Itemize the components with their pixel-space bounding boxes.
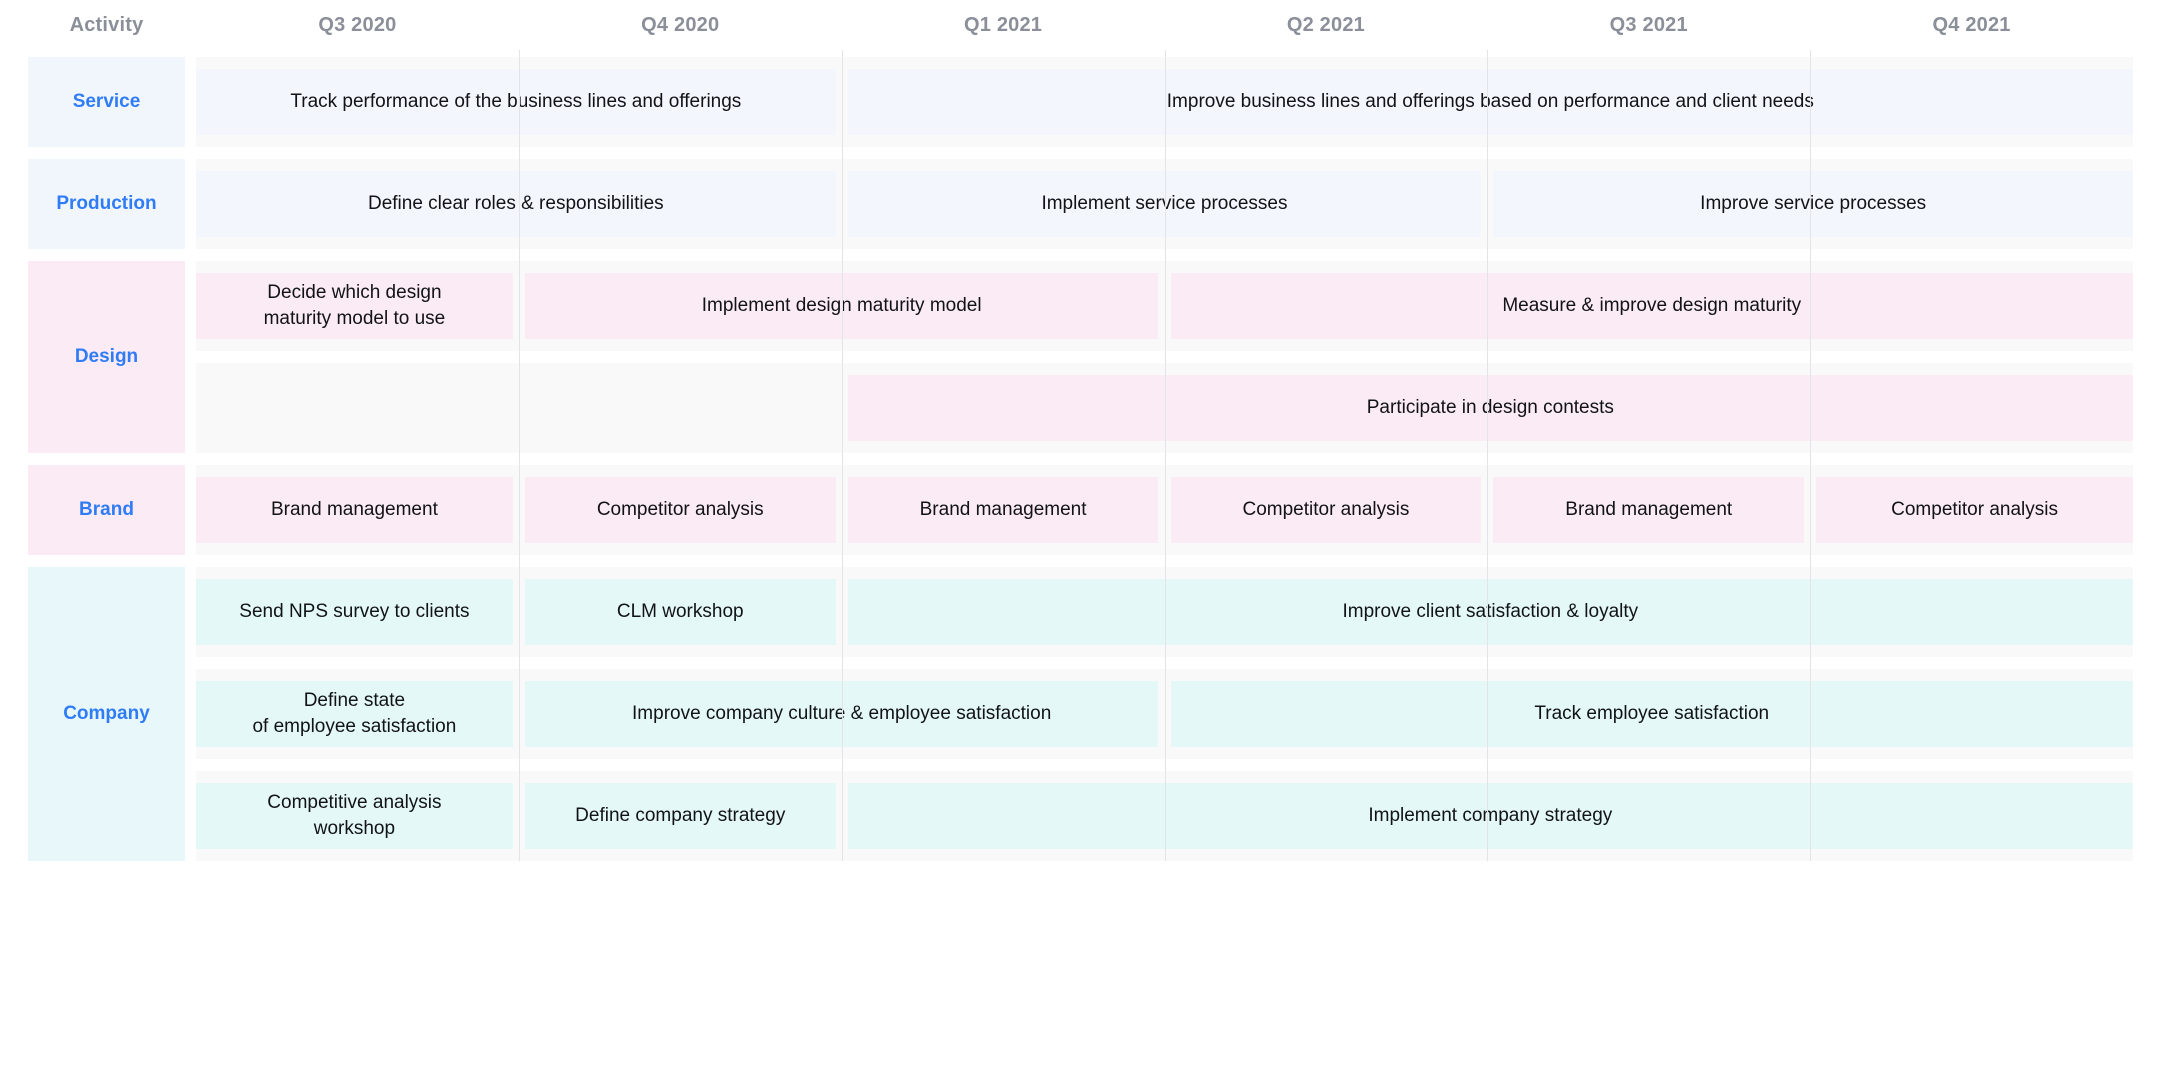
roadmap-bar[interactable]: Competitor analysis <box>1816 477 2133 543</box>
roadmap-bar[interactable]: Decide which design maturity model to us… <box>196 273 513 339</box>
roadmap-bar[interactable]: Improve client satisfaction & loyalty <box>847 579 2133 645</box>
header-quarter-3: Q1 2021 <box>964 13 1043 36</box>
roadmap-bar[interactable]: Brand management <box>1493 477 1805 543</box>
quarter-divider <box>1165 50 1166 861</box>
roadmap-bar[interactable]: Implement company strategy <box>847 783 2133 849</box>
header-quarter-2: Q4 2020 <box>641 13 720 36</box>
roadmap-bar[interactable]: Competitive analysis workshop <box>196 783 513 849</box>
roadmap-bar[interactable]: CLM workshop <box>524 579 836 645</box>
roadmap-bar[interactable]: Define company strategy <box>524 783 836 849</box>
roadmap-chart: Activity Q3 2020 Q4 2020 Q1 2021 Q2 2021 Q3 … <box>0 0 2160 1075</box>
roadmap-bar[interactable]: Brand management <box>847 477 1159 543</box>
activity-group-brand: Brand Brand management Competitor analysis… <box>0 465 2160 555</box>
roadmap-bar[interactable]: Improve business lines and offerings bas… <box>847 69 2133 135</box>
timeline-header: Activity Q3 2020 Q4 2020 Q1 2021 Q2 2021 Q3 … <box>0 0 2160 50</box>
roadmap-bar[interactable]: Competitor analysis <box>524 477 836 543</box>
roadmap-bar[interactable]: Participate in design contests <box>847 375 2133 441</box>
quarter-divider <box>519 50 520 861</box>
header-quarter-6: Q4 2021 <box>1932 13 2011 36</box>
roadmap-bar[interactable]: Track performance of the business lines … <box>196 69 836 135</box>
roadmap-bar[interactable]: Define clear roles & responsibilities <box>196 171 836 237</box>
activity-group-service: Service Track performance of the business… <box>0 57 2160 147</box>
roadmap-bar[interactable]: Brand management <box>196 477 513 543</box>
roadmap-bar[interactable]: Track employee satisfaction <box>1170 681 2133 747</box>
activity-label-brand[interactable]: Brand <box>28 465 185 555</box>
roadmap-bar[interactable]: Competitor analysis <box>1170 477 1482 543</box>
activity-group-company: Company Send NPS survey to clients CLM wor… <box>0 567 2160 861</box>
quarter-divider <box>1487 50 1488 861</box>
header-quarter-1: Q3 2020 <box>318 13 397 36</box>
header-quarter-5: Q3 2021 <box>1609 13 1688 36</box>
roadmap-bar[interactable]: Send NPS survey to clients <box>196 579 513 645</box>
activity-label-service[interactable]: Service <box>28 57 185 147</box>
roadmap-bar[interactable]: Measure & improve design maturity <box>1170 273 2133 339</box>
quarter-divider <box>842 50 843 861</box>
activity-label-production[interactable]: Production <box>28 159 185 249</box>
quarter-divider <box>1810 50 1811 861</box>
header-activity-label: Activity <box>69 13 144 36</box>
activity-label-design[interactable]: Design <box>28 261 185 453</box>
roadmap-bar[interactable]: Define state of employee satisfaction <box>196 681 513 747</box>
roadmap-bar[interactable]: Improve service processes <box>1493 171 2133 237</box>
header-quarter-4: Q2 2021 <box>1286 13 1365 36</box>
activity-label-company[interactable]: Company <box>28 567 185 861</box>
activity-group-production: Production Define clear roles & responsib… <box>0 159 2160 249</box>
activity-group-design: Design Decide which design maturity model… <box>0 261 2160 453</box>
